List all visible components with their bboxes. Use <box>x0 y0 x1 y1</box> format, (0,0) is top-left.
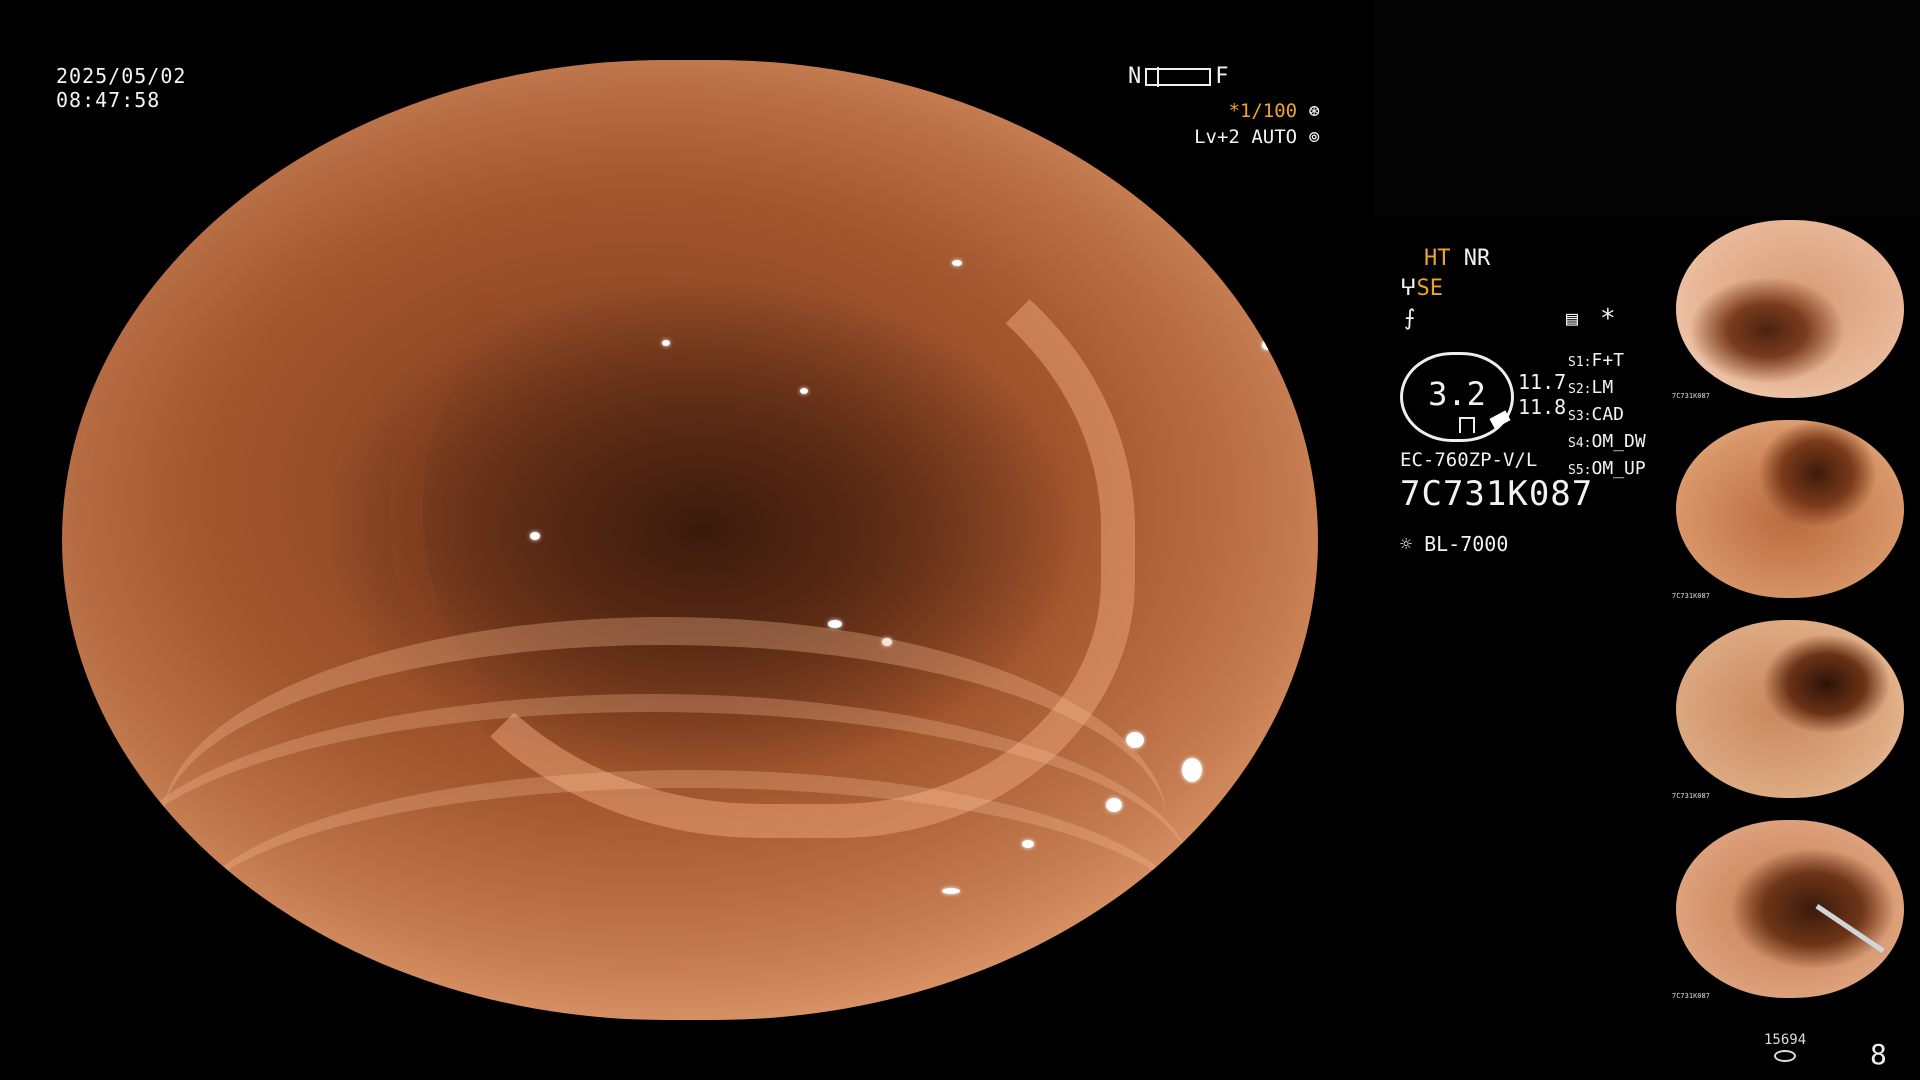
specular-highlight <box>1262 340 1272 350</box>
light-source: ☼ BL-7000 <box>1400 532 1508 557</box>
time-text: 08:47:58 <box>56 88 161 112</box>
specular-highlight <box>828 620 842 628</box>
specular-highlight <box>530 532 540 540</box>
se-label: SE <box>1416 276 1444 301</box>
endoscope-live-view <box>62 60 1318 1020</box>
gauge-needle <box>1489 410 1511 429</box>
mucosal-fold <box>187 770 1193 1020</box>
thumbnail-2[interactable]: 7C731K087 <box>1670 416 1910 602</box>
switch-row: S4:OM_DW <box>1568 431 1646 452</box>
reading-1: 11.7 <box>1518 370 1567 394</box>
storage-icon <box>1774 1050 1797 1062</box>
thumbnail-image <box>1676 220 1904 398</box>
specular-highlight <box>1106 798 1122 812</box>
specular-highlight <box>942 888 960 894</box>
iris-mode: AUTO <box>1251 126 1298 148</box>
reading-2: 11.8 <box>1518 395 1567 419</box>
switch-assignments: S1:F+T S2:LM S3:CAD S4:OM_DW S5:OM_UP <box>1568 348 1646 483</box>
light-source-model: BL-7000 <box>1424 532 1509 556</box>
shutter-icon: ⊛ <box>1308 100 1320 122</box>
thumbnail-caption: 7C731K087 <box>1672 792 1710 800</box>
switch-row: S1:F+T <box>1568 350 1624 371</box>
memory-card-icon: ▤ <box>1566 306 1579 330</box>
thumbnail-4[interactable]: 7C731K087 <box>1670 816 1910 1002</box>
page-number: 8 <box>1870 1038 1887 1071</box>
focus-indicator: N F <box>1128 64 1229 89</box>
far-label: F <box>1215 64 1229 89</box>
exposure-info: *1/100 ⊛ Lv+2 AUTO ⊚ <box>1194 98 1320 150</box>
thumbnail-image <box>1676 820 1904 998</box>
brightness-level: Lv+2 <box>1194 126 1240 148</box>
thumbnail-image <box>1676 620 1904 798</box>
scope-serial: 7C731K087 <box>1400 474 1594 514</box>
thumbnail-caption: 7C731K087 <box>1672 392 1710 400</box>
shutter-speed: *1/100 <box>1228 100 1298 122</box>
specular-highlight <box>882 638 892 646</box>
specular-highlight <box>1126 732 1144 748</box>
specular-highlight <box>662 340 670 346</box>
thumbnail-image <box>1676 420 1904 598</box>
thumbnail-3[interactable]: 7C731K087 <box>1670 616 1910 802</box>
specular-highlight <box>1022 840 1034 848</box>
specular-highlight <box>952 260 962 266</box>
nr-label: NR <box>1463 246 1491 271</box>
function-symbol: ⨍ <box>1404 306 1416 331</box>
specular-highlight <box>1142 190 1152 196</box>
zoom-gauge: 3.2 <box>1400 352 1514 442</box>
iris-icon: ⊚ <box>1308 126 1320 148</box>
readings: 11.7 11.8 <box>1518 370 1566 420</box>
zoom-value: 3.2 <box>1428 375 1486 413</box>
gauge-marker <box>1459 417 1475 433</box>
scope-model: EC-760ZP-V/L <box>1400 449 1538 471</box>
image-count: 15694 <box>1764 1032 1806 1062</box>
image-count-value: 15694 <box>1764 1032 1807 1048</box>
specular-highlight <box>1182 758 1202 782</box>
date-time: 2025/05/02 08:47:58 <box>56 64 186 112</box>
thumbnail-1[interactable]: 7C731K087 <box>1670 216 1910 402</box>
specular-highlight <box>800 388 808 394</box>
se-status: ⵖSE <box>1400 274 1443 304</box>
ht-nr-status: HT NR <box>1424 244 1490 274</box>
date-text: 2025/05/02 <box>56 64 187 88</box>
thumbnail-caption: 7C731K087 <box>1672 992 1710 1000</box>
switch-row: S3:CAD <box>1568 404 1624 425</box>
near-label: N <box>1128 64 1142 89</box>
light-source-icon: ☼ <box>1400 532 1413 556</box>
preview-blank-area <box>1374 0 1920 216</box>
focus-bar <box>1145 66 1212 87</box>
se-icon: ⵖ <box>1400 276 1417 301</box>
switch-row: S2:LM <box>1568 377 1614 398</box>
ht-label: HT <box>1424 246 1451 271</box>
thumbnail-caption: 7C731K087 <box>1672 592 1710 600</box>
asterisk-indicator: * <box>1600 304 1616 334</box>
